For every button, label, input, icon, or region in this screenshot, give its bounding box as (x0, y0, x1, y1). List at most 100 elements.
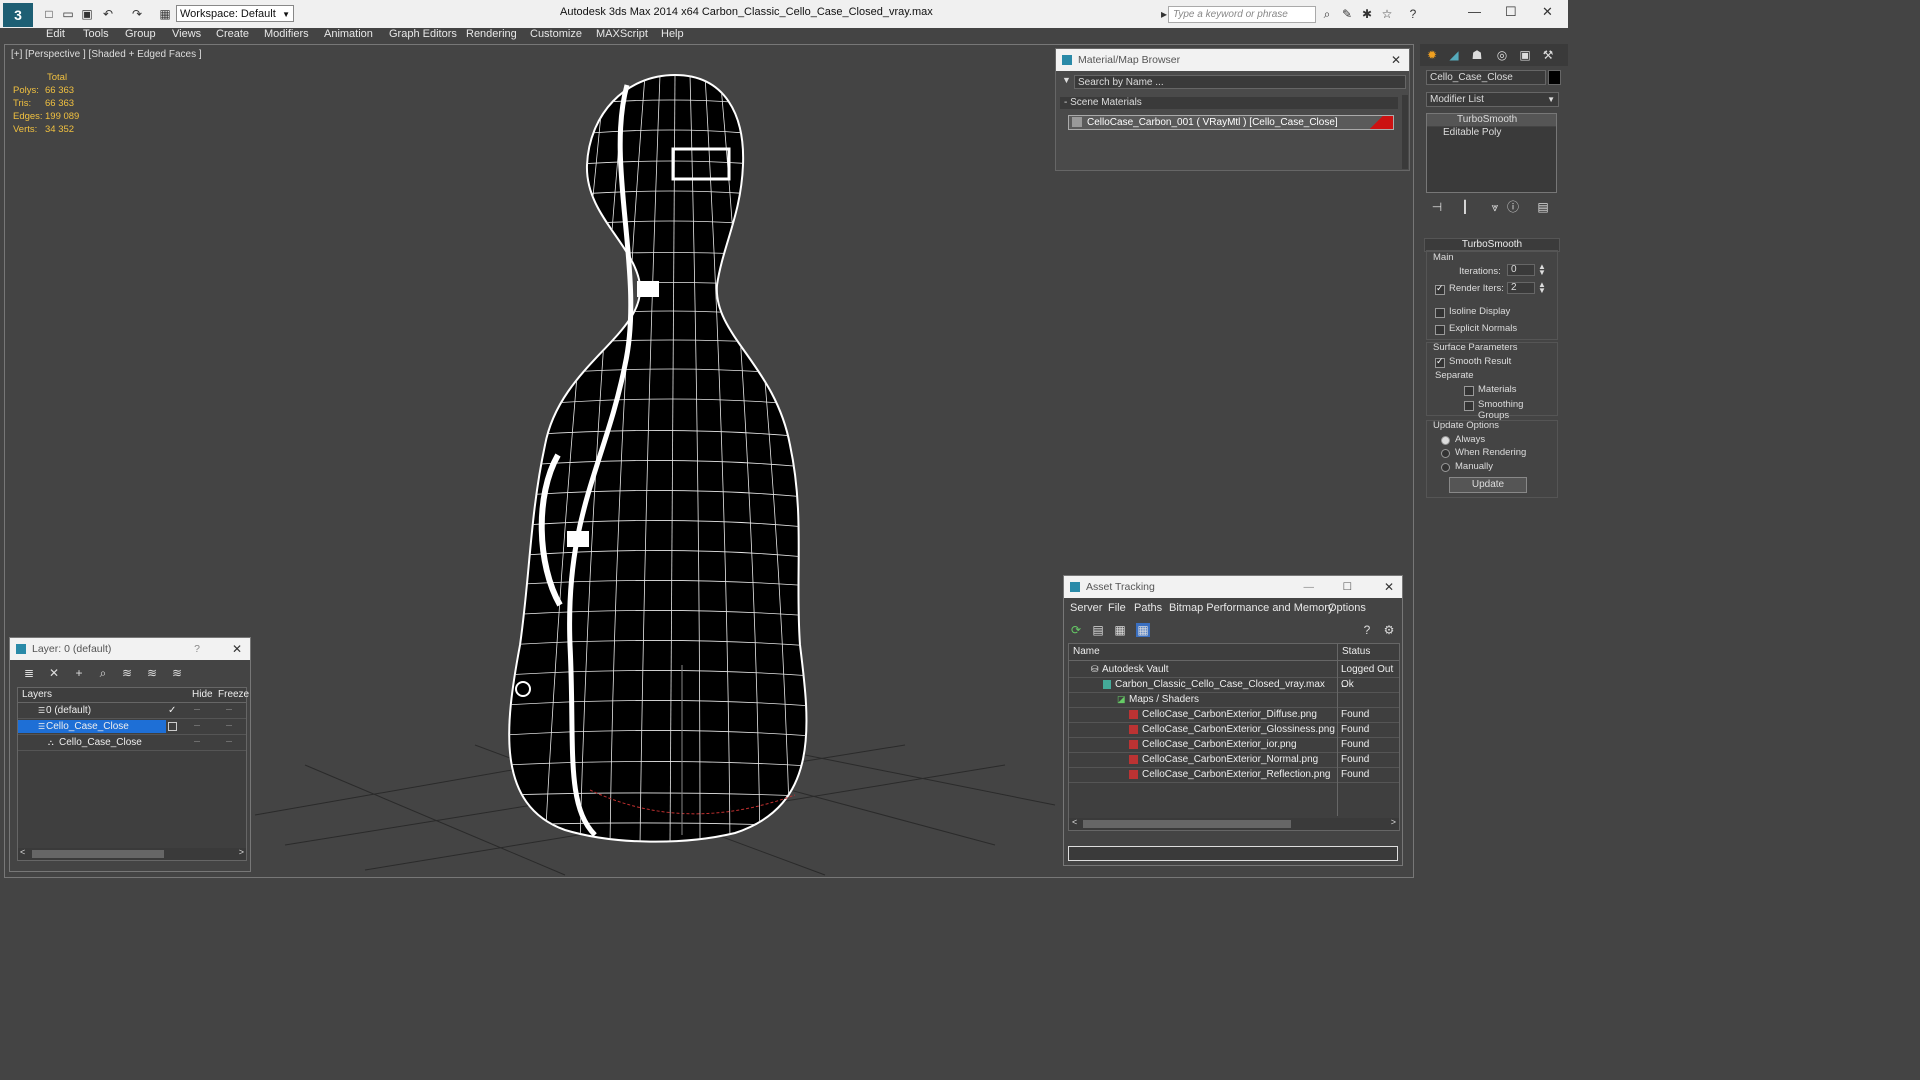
hide-column-header[interactable]: Hide (192, 688, 213, 702)
make-unique-icon[interactable]: ⩔ (1488, 200, 1502, 214)
minimize-icon[interactable]: — (1468, 4, 1481, 19)
hide-toggle-icon[interactable]: ┄ (194, 719, 200, 734)
material-list-item[interactable]: CelloCase_Carbon_001 ( VRayMtl ) [Cello_… (1068, 115, 1394, 130)
explicit-normals-checkbox[interactable] (1435, 325, 1445, 335)
scroll-thumb[interactable] (1083, 820, 1291, 828)
add-to-layer-icon[interactable]: + (72, 666, 86, 680)
highlight-layer-icon[interactable]: ≋ (120, 666, 134, 680)
smoothing-groups-checkbox[interactable] (1464, 401, 1474, 411)
menu-modifiers[interactable]: Modifiers (264, 28, 309, 41)
iterations-spinner-icon[interactable]: ▲ ▼ (1538, 263, 1546, 277)
communication-icon[interactable]: ✱ (1360, 7, 1374, 21)
motion-tab-icon[interactable]: ◎ (1495, 48, 1509, 62)
list-view-icon[interactable]: ▤ (1091, 623, 1105, 637)
close-icon[interactable]: ✕ (1542, 4, 1553, 20)
delete-layer-icon[interactable]: ✕ (47, 666, 61, 680)
menu-maxscript[interactable]: MAXScript (596, 28, 648, 41)
material-browser-titlebar[interactable]: Material/Map Browser ✕ (1056, 49, 1409, 71)
stack-item-turbosmooth[interactable]: TurboSmooth (1427, 114, 1556, 127)
render-iters-checkbox[interactable] (1435, 283, 1445, 295)
asset-menu-file[interactable]: File (1108, 602, 1126, 615)
menu-customize[interactable]: Customize (530, 28, 582, 41)
active-layer-check-icon[interactable]: ✓ (168, 703, 176, 718)
asset-row-ior[interactable]: CelloCase_CarbonExterior_ior.png Found (1069, 737, 1399, 753)
search-tools-icon[interactable]: ✎ (1340, 7, 1354, 21)
freeze-toggle-icon[interactable]: ┄ (226, 735, 232, 750)
asset-menu-options[interactable]: Options (1328, 602, 1366, 615)
material-scrollbar[interactable] (1402, 95, 1408, 169)
help-icon[interactable]: ? (1406, 7, 1420, 21)
asset-row-maps-shaders[interactable]: ◪ Maps / Shaders (1069, 692, 1399, 708)
workspace-dropdown[interactable]: Workspace: Default ▼ (176, 5, 294, 22)
scroll-right-icon[interactable]: > (239, 847, 244, 857)
asset-row-maxfile[interactable]: Carbon_Classic_Cello_Case_Closed_vray.ma… (1069, 677, 1399, 693)
freeze-toggle-icon[interactable]: ┄ (226, 703, 232, 718)
layer-window-titlebar[interactable]: Layer: 0 (default) ? ✕ (10, 638, 250, 660)
detail-view-icon[interactable]: ▦ (1113, 623, 1127, 637)
render-iters-input[interactable]: 2 (1507, 282, 1535, 294)
menu-rendering[interactable]: Rendering (466, 28, 517, 41)
remove-modifier-icon[interactable]: ⓘ (1506, 200, 1520, 214)
menu-graph-editors[interactable]: Graph Editors (389, 28, 457, 41)
keyword-search-input[interactable]: Type a keyword or phrase (1168, 6, 1316, 23)
new-file-icon[interactable]: □ (42, 7, 56, 21)
vault-settings-icon[interactable]: ⚙ (1382, 623, 1396, 637)
menu-create[interactable]: Create (216, 28, 249, 41)
layer-row-cello-case[interactable]: ☰ Cello_Case_Close ┄ ┄ (18, 719, 246, 735)
select-objects-icon[interactable]: ⌕ (96, 666, 110, 680)
set-active-layer-box[interactable] (168, 722, 177, 731)
scroll-right-icon[interactable]: > (1391, 817, 1396, 827)
scroll-left-icon[interactable]: < (1072, 817, 1077, 827)
asset-menu-server[interactable]: Server (1070, 602, 1102, 615)
asset-row-glossiness[interactable]: CelloCase_CarbonExterior_Glossiness.png … (1069, 722, 1399, 738)
favorites-star-icon[interactable]: ☆ (1380, 7, 1394, 21)
redo-icon[interactable]: ↷ (130, 7, 144, 21)
menu-group[interactable]: Group (125, 28, 156, 41)
object-name-field[interactable]: Cello_Case_Close (1426, 70, 1546, 85)
asset-row-diffuse[interactable]: CelloCase_CarbonExterior_Diffuse.png Fou… (1069, 707, 1399, 723)
menu-tools[interactable]: Tools (83, 28, 109, 41)
asset-menu-bitmap-performance[interactable]: Bitmap Performance and Memory (1169, 602, 1333, 615)
asset-tracking-titlebar[interactable]: Asset Tracking — ☐ ✕ (1064, 576, 1402, 598)
object-color-swatch[interactable] (1548, 70, 1561, 85)
iterations-input[interactable]: 0 (1507, 264, 1535, 276)
menu-views[interactable]: Views (172, 28, 201, 41)
asset-row-reflection[interactable]: CelloCase_CarbonExterior_Reflection.png … (1069, 767, 1399, 783)
freeze-column-header[interactable]: Freeze (218, 688, 249, 702)
scene-materials-header[interactable]: - Scene Materials (1060, 97, 1398, 109)
modifier-list-dropdown[interactable]: Modifier List ▼ (1426, 92, 1559, 107)
menu-help[interactable]: Help (661, 28, 684, 41)
name-column-header[interactable]: Name (1073, 644, 1100, 660)
status-column-header[interactable]: Status (1337, 644, 1370, 660)
maximize-icon[interactable]: ☐ (1505, 4, 1517, 20)
layers-column-header[interactable]: Layers (22, 688, 52, 702)
minimize-icon[interactable]: — (1304, 576, 1315, 598)
close-icon[interactable]: ✕ (1384, 576, 1394, 598)
pin-stack-icon[interactable]: ⊣ (1430, 200, 1444, 214)
modify-tab-icon[interactable]: ◢ (1447, 48, 1461, 62)
show-end-result-icon[interactable]: ┃ (1458, 200, 1472, 214)
hide-toggle-icon[interactable]: ┄ (194, 703, 200, 718)
open-file-icon[interactable]: ▭ (61, 7, 75, 21)
stack-item-editable-poly[interactable]: Editable Poly (1427, 127, 1556, 139)
freeze-toggle-icon[interactable]: ┄ (226, 719, 232, 734)
smooth-result-checkbox[interactable] (1435, 356, 1445, 368)
refresh-icon[interactable]: ⟳ (1069, 623, 1083, 637)
asset-path-field[interactable] (1068, 846, 1398, 861)
utilities-tab-icon[interactable]: ⚒ (1541, 48, 1555, 62)
hide-all-layers-icon[interactable]: ≋ (145, 666, 159, 680)
update-manually-radio[interactable] (1441, 463, 1450, 472)
menu-edit[interactable]: Edit (46, 28, 65, 41)
freeze-all-layers-icon[interactable]: ≋ (170, 666, 184, 680)
maximize-icon[interactable]: ☐ (1343, 576, 1352, 598)
hide-toggle-icon[interactable]: ┄ (194, 735, 200, 750)
configure-sets-icon[interactable]: ▤ (1536, 200, 1550, 214)
material-search-input[interactable]: Search by Name ... (1074, 75, 1406, 89)
close-icon[interactable]: ✕ (1391, 49, 1401, 71)
search-options-icon[interactable]: ▼ (1062, 75, 1071, 85)
undo-icon[interactable]: ↶ (101, 7, 115, 21)
close-icon[interactable]: ✕ (232, 638, 242, 660)
scroll-thumb[interactable] (32, 850, 164, 858)
update-when-rendering-radio[interactable] (1441, 449, 1450, 458)
create-layer-icon[interactable]: ≣ (22, 666, 36, 680)
